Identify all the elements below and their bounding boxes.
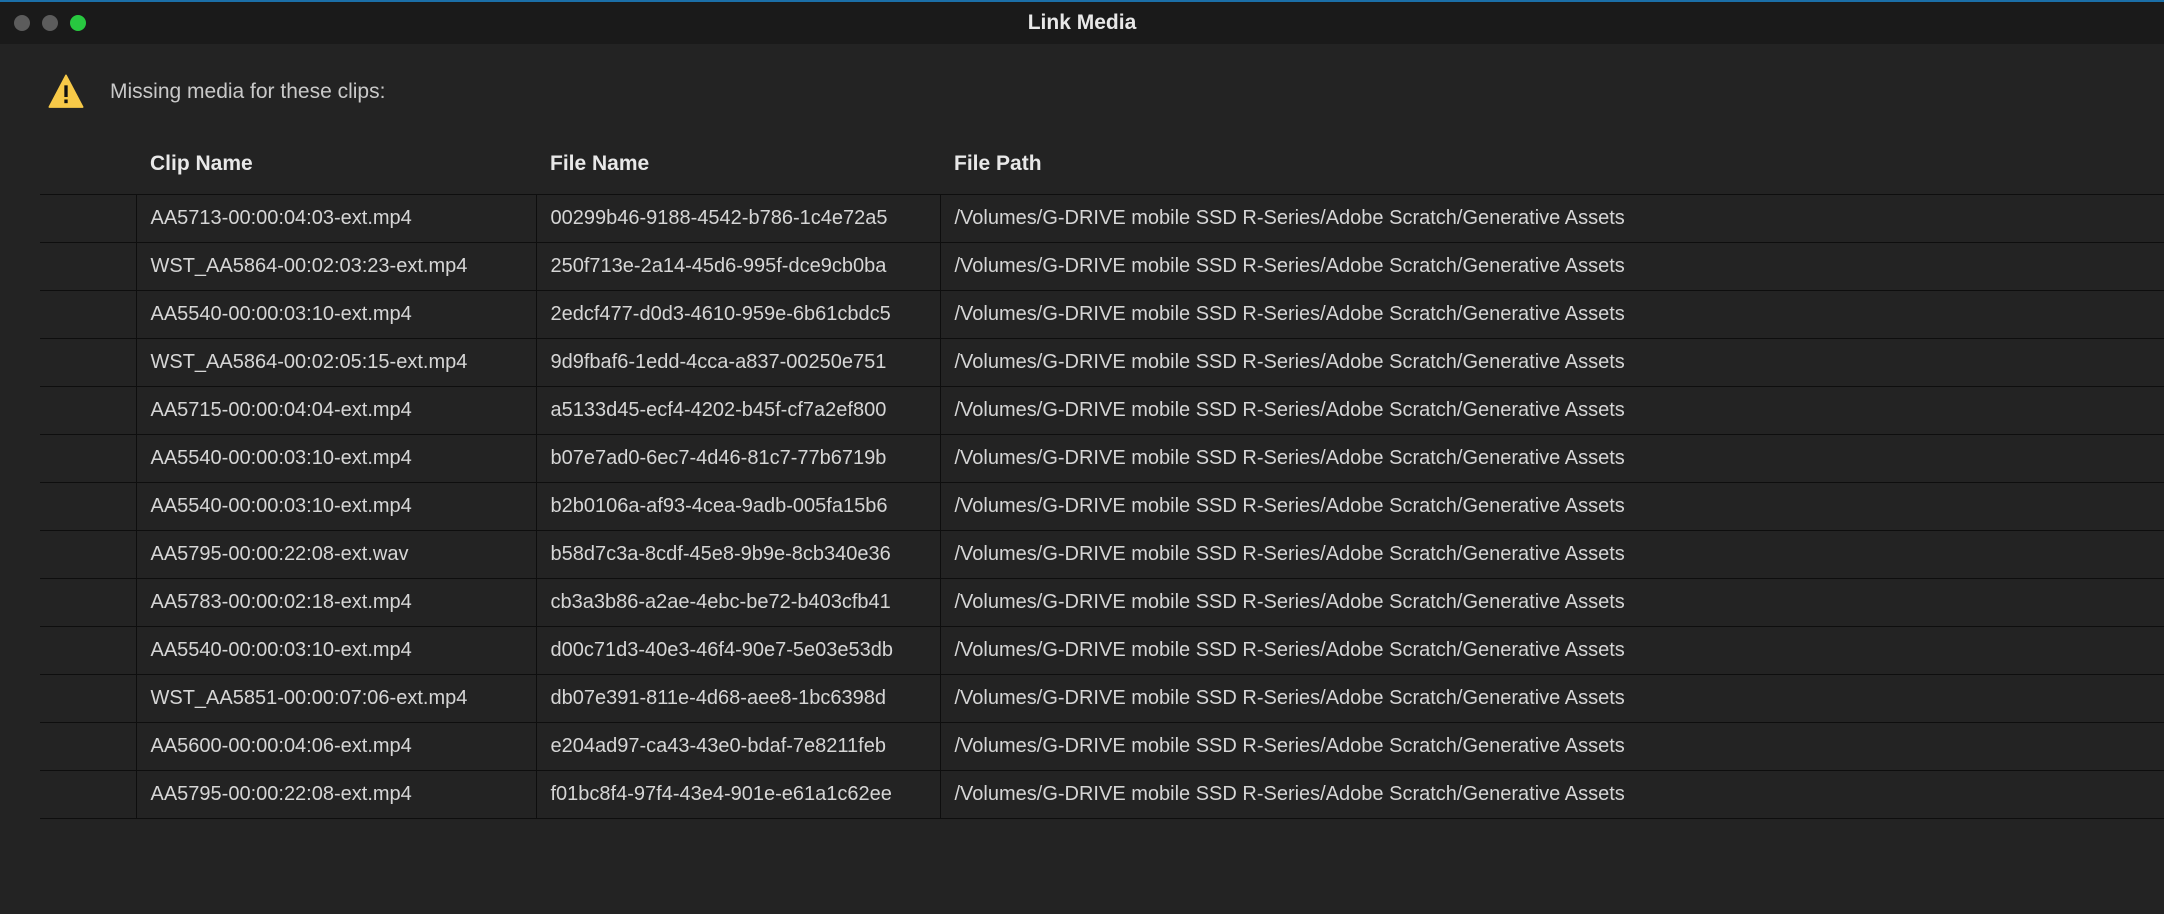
row-gutter [40,195,136,243]
table-row[interactable]: WST_AA5851-00:00:07:06-ext.mp4db07e391-8… [40,675,2164,723]
window-zoom-button[interactable] [70,15,86,31]
file-name-cell: d00c71d3-40e3-46f4-90e7-5e03e53db [536,627,940,675]
column-header-clip-name[interactable]: Clip Name [136,142,536,195]
clip-name-cell: AA5540-00:00:03:10-ext.mp4 [136,291,536,339]
file-name-cell: cb3a3b86-a2ae-4ebc-be72-b403cfb41 [536,579,940,627]
table-row[interactable]: AA5783-00:00:02:18-ext.mp4cb3a3b86-a2ae-… [40,579,2164,627]
column-header-gutter [40,142,136,195]
clip-name-cell: AA5713-00:00:04:03-ext.mp4 [136,195,536,243]
file-path-cell: /Volumes/G-DRIVE mobile SSD R-Series/Ado… [940,483,2164,531]
file-name-cell: f01bc8f4-97f4-43e4-901e-e61a1c62ee [536,771,940,819]
file-path-cell: /Volumes/G-DRIVE mobile SSD R-Series/Ado… [940,387,2164,435]
file-name-cell: b07e7ad0-6ec7-4d46-81c7-77b6719b [536,435,940,483]
clip-name-cell: WST_AA5864-00:02:05:15-ext.mp4 [136,339,536,387]
table-row[interactable]: AA5540-00:00:03:10-ext.mp4d00c71d3-40e3-… [40,627,2164,675]
warning-icon [46,72,86,112]
column-header-file-path[interactable]: File Path [940,142,2164,195]
clip-name-cell: AA5540-00:00:03:10-ext.mp4 [136,435,536,483]
table-row[interactable]: AA5715-00:00:04:04-ext.mp4a5133d45-ecf4-… [40,387,2164,435]
file-path-cell: /Volumes/G-DRIVE mobile SSD R-Series/Ado… [940,435,2164,483]
file-path-cell: /Volumes/G-DRIVE mobile SSD R-Series/Ado… [940,339,2164,387]
row-gutter [40,723,136,771]
clip-name-cell: WST_AA5864-00:02:03:23-ext.mp4 [136,243,536,291]
row-gutter [40,243,136,291]
missing-media-label: Missing media for these clips: [110,80,385,104]
file-path-cell: /Volumes/G-DRIVE mobile SSD R-Series/Ado… [940,531,2164,579]
row-gutter [40,339,136,387]
dialog-content: Missing media for these clips: Clip Name… [0,44,2164,914]
window-close-button[interactable] [14,15,30,31]
clip-name-cell: AA5795-00:00:22:08-ext.wav [136,531,536,579]
clip-name-cell: AA5795-00:00:22:08-ext.mp4 [136,771,536,819]
titlebar[interactable]: Link Media [0,0,2164,44]
file-path-cell: /Volumes/G-DRIVE mobile SSD R-Series/Ado… [940,291,2164,339]
file-name-cell: 9d9fbaf6-1edd-4cca-a837-00250e751 [536,339,940,387]
file-name-cell: b2b0106a-af93-4cea-9adb-005fa15b6 [536,483,940,531]
file-name-cell: 00299b46-9188-4542-b786-1c4e72a5 [536,195,940,243]
clip-name-cell: AA5540-00:00:03:10-ext.mp4 [136,483,536,531]
table-row[interactable]: AA5540-00:00:03:10-ext.mp42edcf477-d0d3-… [40,291,2164,339]
table-row[interactable]: AA5795-00:00:22:08-ext.mp4f01bc8f4-97f4-… [40,771,2164,819]
clip-name-cell: AA5715-00:00:04:04-ext.mp4 [136,387,536,435]
table-row[interactable]: AA5540-00:00:03:10-ext.mp4b07e7ad0-6ec7-… [40,435,2164,483]
row-gutter [40,387,136,435]
file-name-cell: 2edcf477-d0d3-4610-959e-6b61cbdc5 [536,291,940,339]
row-gutter [40,627,136,675]
table-header-row: Clip Name File Name File Path [40,142,2164,195]
window-controls [14,15,86,31]
row-gutter [40,531,136,579]
file-path-cell: /Volumes/G-DRIVE mobile SSD R-Series/Ado… [940,675,2164,723]
window-minimize-button[interactable] [42,15,58,31]
clip-name-cell: AA5783-00:00:02:18-ext.mp4 [136,579,536,627]
window-title: Link Media [1028,11,1137,35]
row-gutter [40,675,136,723]
file-path-cell: /Volumes/G-DRIVE mobile SSD R-Series/Ado… [940,195,2164,243]
table-row[interactable]: AA5713-00:00:04:03-ext.mp400299b46-9188-… [40,195,2164,243]
clip-name-cell: AA5540-00:00:03:10-ext.mp4 [136,627,536,675]
table-row[interactable]: AA5795-00:00:22:08-ext.wavb58d7c3a-8cdf-… [40,531,2164,579]
file-name-cell: a5133d45-ecf4-4202-b45f-cf7a2ef800 [536,387,940,435]
table-row[interactable]: WST_AA5864-00:02:05:15-ext.mp49d9fbaf6-1… [40,339,2164,387]
clip-name-cell: AA5600-00:00:04:06-ext.mp4 [136,723,536,771]
file-path-cell: /Volumes/G-DRIVE mobile SSD R-Series/Ado… [940,627,2164,675]
file-name-cell: b58d7c3a-8cdf-45e8-9b9e-8cb340e36 [536,531,940,579]
row-gutter [40,771,136,819]
missing-media-message: Missing media for these clips: [40,72,2164,112]
row-gutter [40,483,136,531]
file-path-cell: /Volumes/G-DRIVE mobile SSD R-Series/Ado… [940,579,2164,627]
table-row[interactable]: WST_AA5864-00:02:03:23-ext.mp4250f713e-2… [40,243,2164,291]
file-path-cell: /Volumes/G-DRIVE mobile SSD R-Series/Ado… [940,243,2164,291]
row-gutter [40,291,136,339]
file-path-cell: /Volumes/G-DRIVE mobile SSD R-Series/Ado… [940,771,2164,819]
row-gutter [40,435,136,483]
file-name-cell: 250f713e-2a14-45d6-995f-dce9cb0ba [536,243,940,291]
missing-media-table: Clip Name File Name File Path AA5713-00:… [40,142,2164,819]
file-path-cell: /Volumes/G-DRIVE mobile SSD R-Series/Ado… [940,723,2164,771]
table-row[interactable]: AA5600-00:00:04:06-ext.mp4e204ad97-ca43-… [40,723,2164,771]
table-row[interactable]: AA5540-00:00:03:10-ext.mp4b2b0106a-af93-… [40,483,2164,531]
file-name-cell: e204ad97-ca43-43e0-bdaf-7e8211feb [536,723,940,771]
link-media-window: Link Media Missing media for these clips… [0,0,2164,914]
clip-name-cell: WST_AA5851-00:00:07:06-ext.mp4 [136,675,536,723]
column-header-file-name[interactable]: File Name [536,142,940,195]
row-gutter [40,579,136,627]
file-name-cell: db07e391-811e-4d68-aee8-1bc6398d [536,675,940,723]
